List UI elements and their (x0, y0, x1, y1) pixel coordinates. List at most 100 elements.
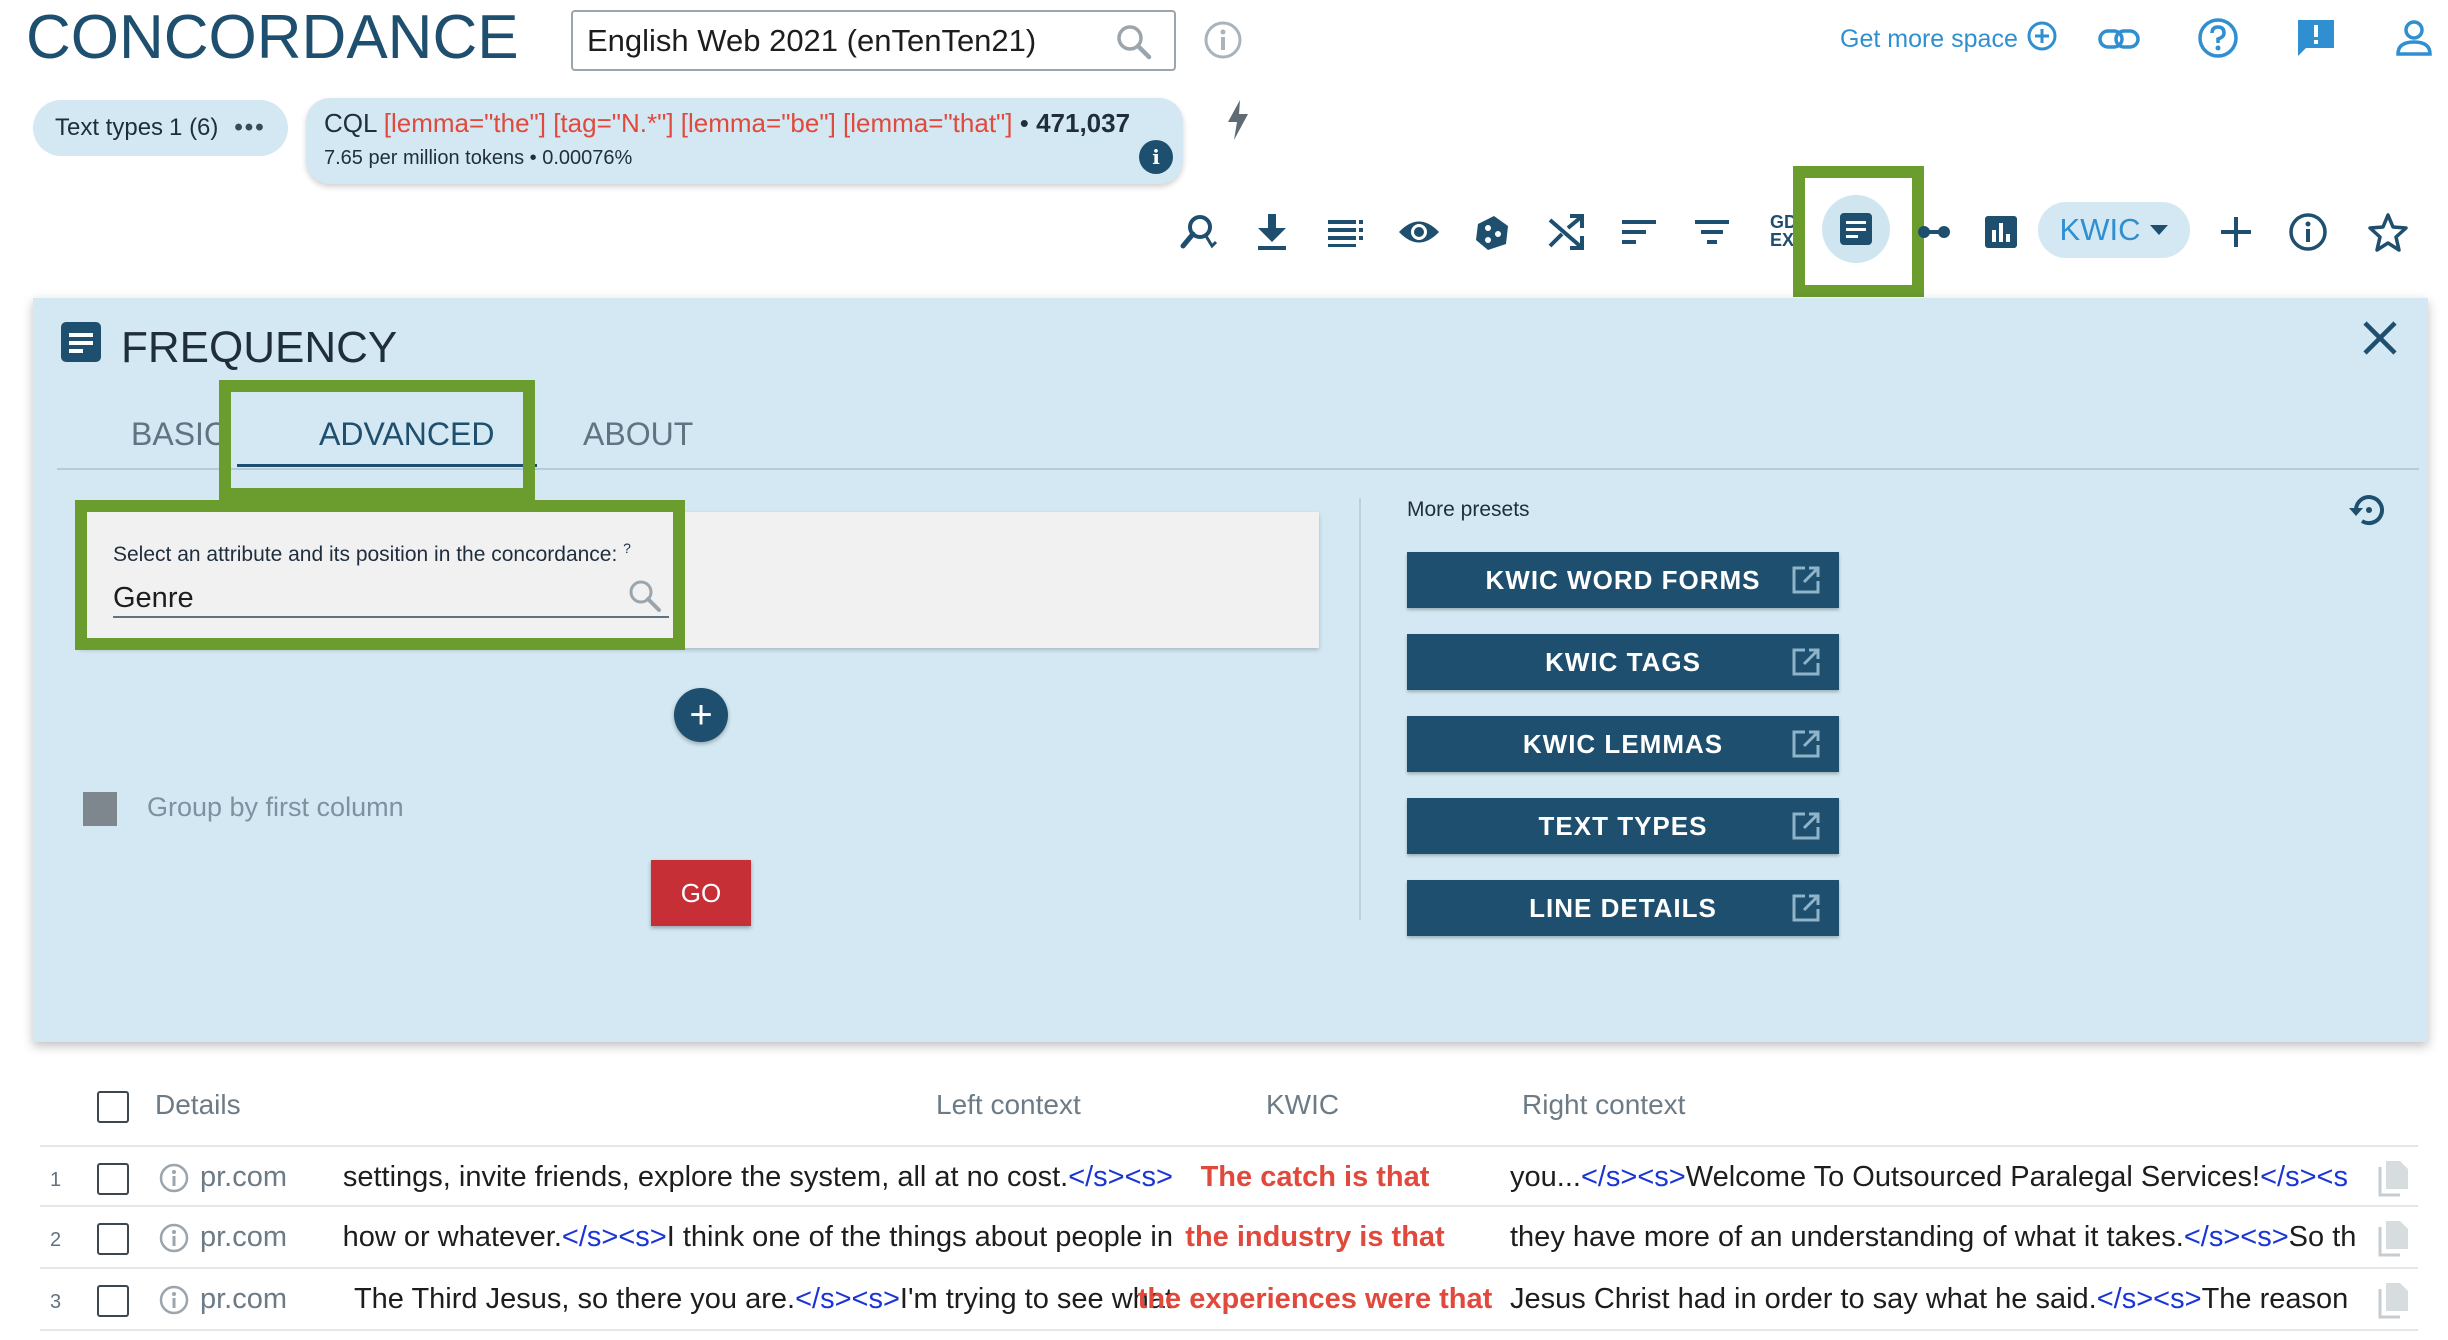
kwic-match[interactable]: the experiences were that (1130, 1283, 1500, 1316)
left-text: how or whatever. (342, 1221, 562, 1253)
table-row[interactable]: 3 pr.com The Third Jesus, so there you a… (40, 1269, 2418, 1331)
preset-label: KWIC TAGS (1545, 646, 1701, 677)
left-context: settings, invite friends, explore the sy… (273, 1161, 1173, 1194)
search-refine-icon[interactable] (1176, 210, 1220, 254)
plus-circle-icon (2026, 20, 2058, 59)
row-number: 2 (50, 1229, 62, 1251)
info-icon[interactable] (158, 1222, 190, 1262)
left-text: The Third Jesus, so there you are. (353, 1283, 796, 1315)
row-checkbox[interactable] (97, 1285, 129, 1317)
external-link-icon (1791, 729, 1821, 766)
sort-icon[interactable] (1617, 210, 1661, 254)
sentence-tag: </s><s> (2183, 1221, 2289, 1253)
panel-title: FREQUENCY (121, 322, 398, 372)
header-details: Details (155, 1089, 241, 1120)
history-reset-icon[interactable] (2346, 488, 2390, 537)
chart-icon[interactable] (1979, 210, 2023, 254)
group-by-label: Group by first column (147, 792, 404, 822)
preset-label: LINE DETAILS (1529, 892, 1717, 923)
right-text: they have more of an understanding of wh… (1510, 1221, 2184, 1253)
preset-kwic-word-forms[interactable]: KWIC WORD FORMS (1407, 552, 1839, 608)
go-button[interactable]: GO (651, 860, 751, 926)
eye-icon[interactable] (1397, 210, 1441, 254)
left-context: The Third Jesus, so there you are.</s><s… (273, 1283, 1173, 1316)
view-mode-dropdown[interactable]: KWIC (2038, 202, 2190, 258)
select-all-checkbox[interactable] (97, 1091, 129, 1123)
table-row[interactable]: 2 pr.com how or whatever.</s><s>I think … (40, 1207, 2418, 1269)
external-link-icon (1791, 647, 1821, 684)
shuffle-icon[interactable] (1544, 210, 1588, 254)
cql-query: [lemma="the"] [tag="N.*"] [lemma="be"] [… (383, 108, 1013, 138)
frequency-panel: FREQUENCY BASIC ADVANCED ABOUT Select an… (33, 298, 2428, 1042)
row-checkbox[interactable] (97, 1163, 129, 1195)
preset-kwic-lemmas[interactable]: KWIC LEMMAS (1407, 716, 1839, 772)
right-text-2: Welcome To Outsourced Paralegal Services… (1685, 1161, 2261, 1193)
user-icon[interactable] (2392, 16, 2436, 65)
highlight-advanced-tab (219, 380, 535, 500)
cql-bullet: • (1019, 108, 1029, 138)
help-icon[interactable] (2196, 16, 2240, 65)
corpus-name: English Web 2021 (enTenTen21) (587, 22, 1037, 58)
info-icon[interactable] (158, 1284, 190, 1324)
table-row[interactable]: 1 pr.com settings, invite friends, explo… (40, 1145, 2418, 1207)
text-types-count: 1 (6) (169, 114, 219, 141)
preset-label: TEXT TYPES (1538, 810, 1708, 841)
table-header: Details Left context KWIC Right context (0, 1085, 2448, 1129)
hit-count: 471,037 (1036, 108, 1131, 138)
sentence-tag: </s><s> (1580, 1161, 1686, 1193)
row-number: 3 (50, 1291, 62, 1313)
preset-line-details[interactable]: LINE DETAILS (1407, 880, 1839, 936)
per-million-stats: 7.65 per million tokens • 0.00076% (324, 147, 633, 169)
close-icon[interactable] (2360, 318, 2400, 363)
preset-label: KWIC WORD FORMS (1485, 564, 1761, 595)
tab-basic[interactable]: BASIC (131, 416, 227, 453)
copy-icon[interactable] (2378, 1219, 2410, 1265)
row-checkbox[interactable] (97, 1223, 129, 1255)
star-icon[interactable] (2366, 210, 2410, 254)
info-icon[interactable] (2286, 210, 2330, 254)
presets-divider (1359, 498, 1361, 920)
filter-icon[interactable] (1690, 210, 1734, 254)
more-dots-icon[interactable]: ••• (234, 114, 265, 142)
sentence-tag: </s><s> (795, 1283, 900, 1315)
add-attribute-button[interactable]: + (674, 688, 728, 742)
info-icon[interactable] (158, 1162, 190, 1202)
kwic-match[interactable]: The catch is that (1130, 1161, 1500, 1194)
query-info-icon[interactable]: i (1139, 140, 1173, 174)
link-icon[interactable] (2096, 16, 2142, 67)
tab-about[interactable]: ABOUT (583, 416, 693, 453)
kwic-match[interactable]: the industry is that (1130, 1221, 1500, 1254)
add-icon[interactable] (2214, 210, 2258, 254)
corpus-info-icon[interactable] (1203, 20, 1243, 65)
cql-query-chip[interactable]: CQL [lemma="the"] [tag="N.*"] [lemma="be… (306, 98, 1183, 184)
sentence-tag: </s><s> (2096, 1283, 2202, 1315)
view-mode-label: KWIC (2059, 212, 2141, 247)
get-more-space-label: Get more space (1840, 25, 2018, 53)
left-text-2: I think one of the things about people i… (666, 1221, 1173, 1253)
preset-kwic-tags[interactable]: KWIC TAGS (1407, 634, 1839, 690)
text-types-chip[interactable]: Text types 1 (6) ••• (33, 100, 288, 156)
sample-icon[interactable] (1470, 210, 1514, 254)
cql-prefix: CQL (324, 108, 377, 138)
copy-icon[interactable] (2378, 1281, 2410, 1327)
get-more-space-link[interactable]: Get more space (1840, 20, 2058, 59)
corpus-selector[interactable]: English Web 2021 (enTenTen21) (571, 10, 1176, 71)
left-context: how or whatever.</s><s>I think one of th… (273, 1221, 1173, 1254)
right-context: they have more of an understanding of wh… (1510, 1221, 2390, 1254)
right-text: you... (1510, 1161, 1581, 1193)
header-kwic: KWIC (1266, 1089, 1340, 1120)
sentence-tag: </s><s (2260, 1161, 2348, 1193)
lightning-icon[interactable] (1226, 100, 1250, 145)
search-icon[interactable] (1114, 22, 1154, 70)
feedback-icon[interactable] (2294, 16, 2338, 65)
preset-text-types[interactable]: TEXT TYPES (1407, 798, 1839, 854)
header-right-context: Right context (1522, 1089, 1686, 1120)
copy-icon[interactable] (2378, 1159, 2410, 1205)
header-left-context: Left context (936, 1089, 1081, 1120)
external-link-icon (1791, 811, 1821, 848)
preset-label: KWIC LEMMAS (1522, 728, 1724, 759)
group-by-checkbox[interactable] (83, 792, 117, 826)
download-icon[interactable] (1250, 210, 1294, 254)
view-options-icon[interactable] (1324, 210, 1368, 254)
collocations-icon[interactable] (1912, 210, 1956, 254)
